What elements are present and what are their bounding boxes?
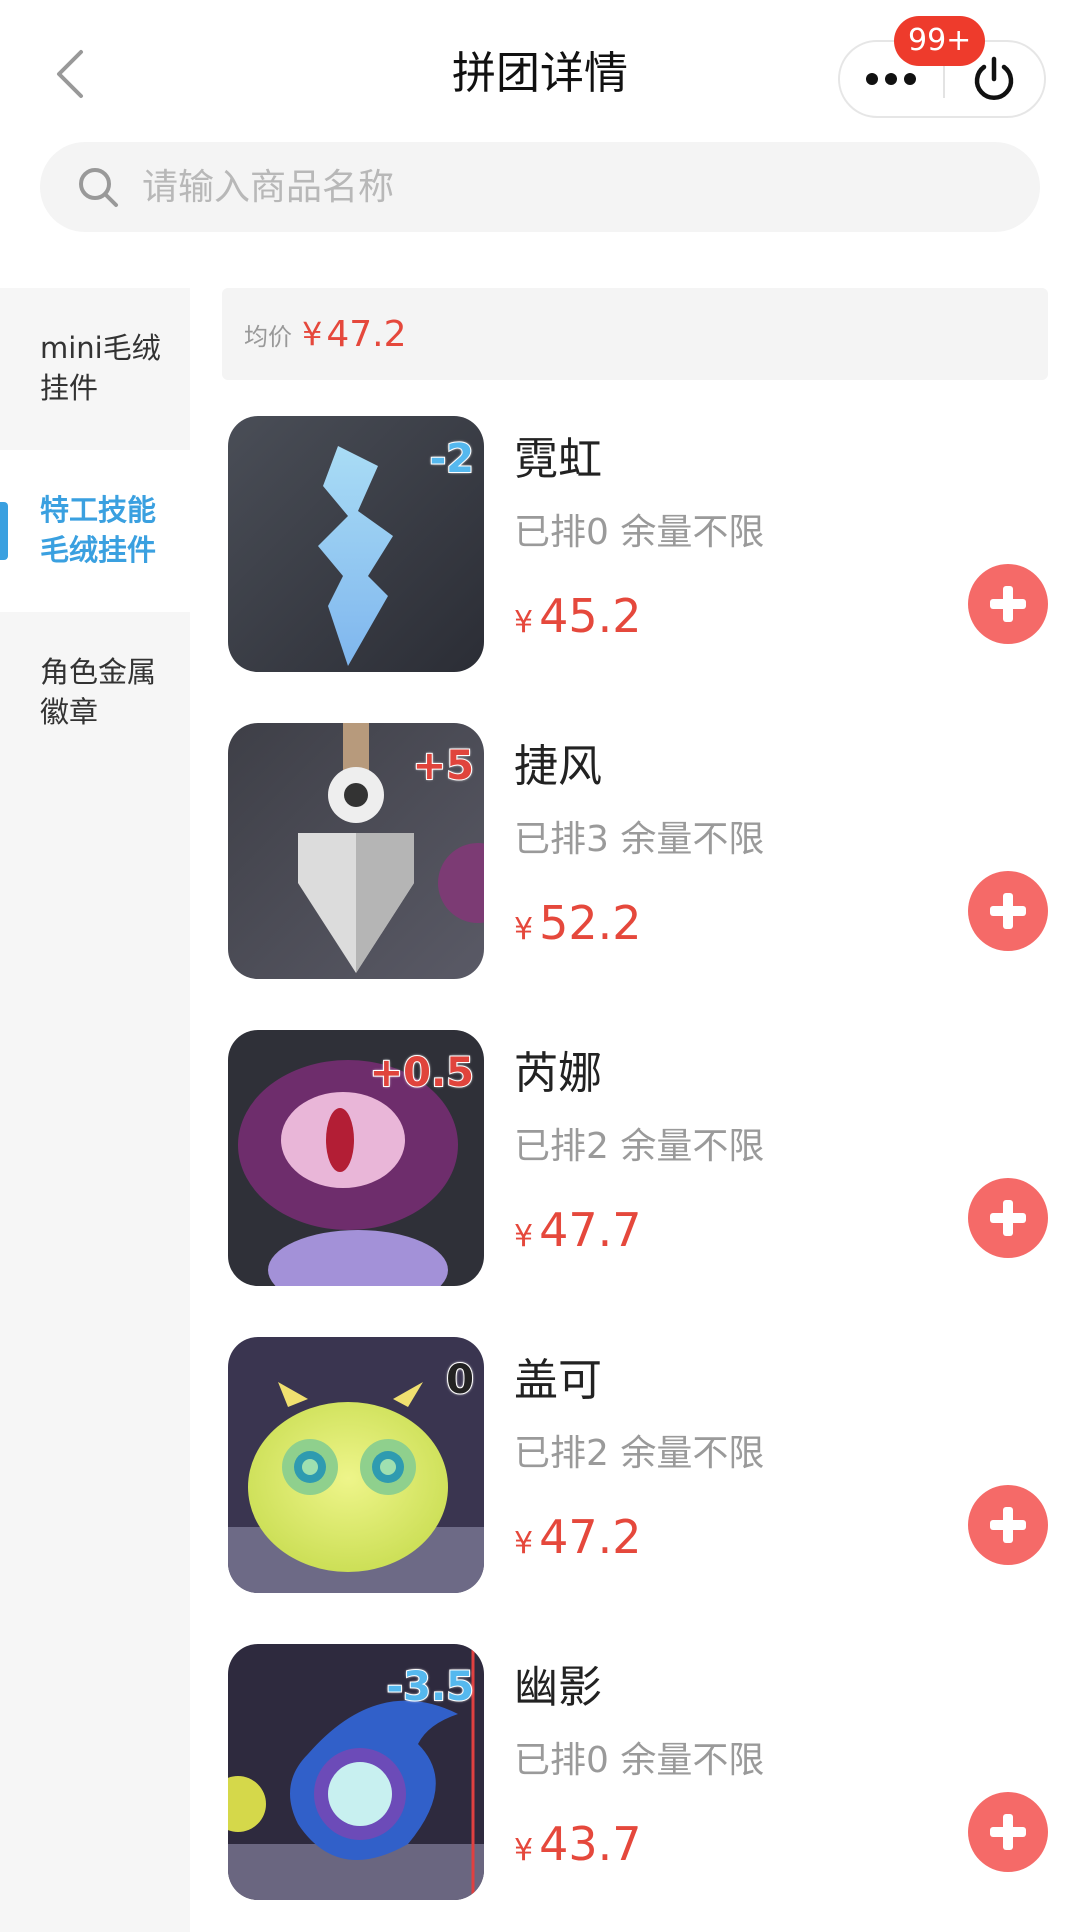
product-status: 已排0 余量不限	[514, 512, 765, 553]
product-item[interactable]: -2 霓虹 已排0 余量不限 ¥45.2	[228, 416, 1048, 674]
product-name: 捷风	[514, 741, 602, 792]
product-status: 已排3 余量不限	[514, 819, 765, 860]
product-image: -3.5	[228, 1644, 484, 1900]
plus-icon	[990, 1200, 1026, 1236]
product-status: 已排2 余量不限	[514, 1433, 765, 1474]
add-to-cart-button[interactable]	[968, 1792, 1048, 1872]
price-delta: 0	[445, 1356, 475, 1404]
sidebar-item-label: 特工技能	[40, 493, 157, 527]
product-image: 0	[228, 1337, 484, 1593]
product-image: -2	[228, 416, 484, 672]
product-item[interactable]: +0.5 芮娜 已排2 余量不限 ¥47.7	[228, 1030, 1048, 1288]
plus-icon	[990, 893, 1026, 929]
sidebar-item-mini-plush[interactable]: mini毛绒 挂件	[0, 288, 190, 450]
product-price: ¥52.2	[514, 893, 642, 964]
product-name: 幽影	[514, 1662, 602, 1713]
product-image: +5	[228, 723, 484, 979]
back-button[interactable]	[50, 44, 90, 104]
search-icon	[79, 168, 118, 207]
product-price-value: 52.2	[539, 896, 642, 950]
product-price-value: 45.2	[539, 589, 642, 643]
search-bar[interactable]	[40, 142, 1040, 232]
add-to-cart-button[interactable]	[968, 1485, 1048, 1565]
product-price-value: 47.7	[539, 1203, 642, 1257]
nav-bar: 拼团详情 99+	[0, 0, 1080, 140]
product-price: ¥47.2	[514, 1507, 642, 1578]
notification-badge: 99+	[894, 16, 986, 66]
average-price-value: 47.2	[326, 313, 407, 355]
product-price: ¥45.2	[514, 586, 642, 657]
more-icon	[866, 73, 917, 85]
product-status: 已排0 余量不限	[514, 1740, 765, 1781]
add-to-cart-button[interactable]	[968, 1178, 1048, 1258]
search-input[interactable]	[140, 165, 980, 209]
product-status: 已排2 余量不限	[514, 1126, 765, 1167]
product-item[interactable]: 0 盖可 已排2 余量不限 ¥47.2	[228, 1337, 1048, 1595]
product-price: ¥47.7	[514, 1200, 642, 1271]
sidebar-item-metal-badge[interactable]: 角色金属 徽章	[0, 612, 190, 774]
product-price-value: 47.2	[539, 1510, 642, 1564]
product-name: 芮娜	[514, 1048, 602, 1099]
product-name: 霓虹	[514, 434, 602, 485]
product-price-currency: ¥	[514, 1526, 534, 1561]
add-to-cart-button[interactable]	[968, 564, 1048, 644]
product-item[interactable]: +5 捷风 已排3 余量不限 ¥52.2	[228, 723, 1048, 981]
power-icon	[975, 56, 1014, 100]
product-price-value: 43.7	[539, 1817, 642, 1871]
average-price-label: 均价	[244, 322, 292, 351]
product-price-currency: ¥	[514, 1833, 534, 1868]
price-delta: -2	[429, 435, 475, 483]
plus-icon	[990, 1814, 1026, 1850]
price-delta: +0.5	[369, 1049, 475, 1097]
product-price-currency: ¥	[514, 1219, 534, 1254]
add-to-cart-button[interactable]	[968, 871, 1048, 951]
product-price-currency: ¥	[514, 605, 534, 640]
product-price: ¥43.7	[514, 1814, 642, 1885]
sidebar-item-label: 毛绒挂件	[40, 533, 157, 567]
price-delta: -3.5	[386, 1663, 475, 1711]
sidebar-item-label: 徽章	[40, 695, 99, 729]
sidebar-item-label: mini毛绒	[40, 331, 161, 365]
average-price-bar: 均价 ¥ 47.2	[222, 288, 1048, 380]
price-delta: +5	[412, 742, 475, 790]
category-sidebar: mini毛绒 挂件 特工技能 毛绒挂件 角色金属 徽章	[0, 288, 190, 1932]
sidebar-item-label: 角色金属	[40, 655, 157, 689]
sidebar-item-label: 挂件	[40, 371, 99, 405]
product-name: 盖可	[514, 1355, 602, 1406]
product-image: +0.5	[228, 1030, 484, 1286]
sidebar-item-agent-skill-plush[interactable]: 特工技能 毛绒挂件	[0, 450, 190, 612]
product-price-currency: ¥	[514, 912, 534, 947]
average-price-currency: ¥	[302, 315, 323, 353]
chevron-left-icon	[57, 50, 83, 98]
plus-icon	[990, 586, 1026, 622]
plus-icon	[990, 1507, 1026, 1543]
product-item[interactable]: -3.5 幽影 已排0 余量不限 ¥43.7	[228, 1644, 1048, 1902]
